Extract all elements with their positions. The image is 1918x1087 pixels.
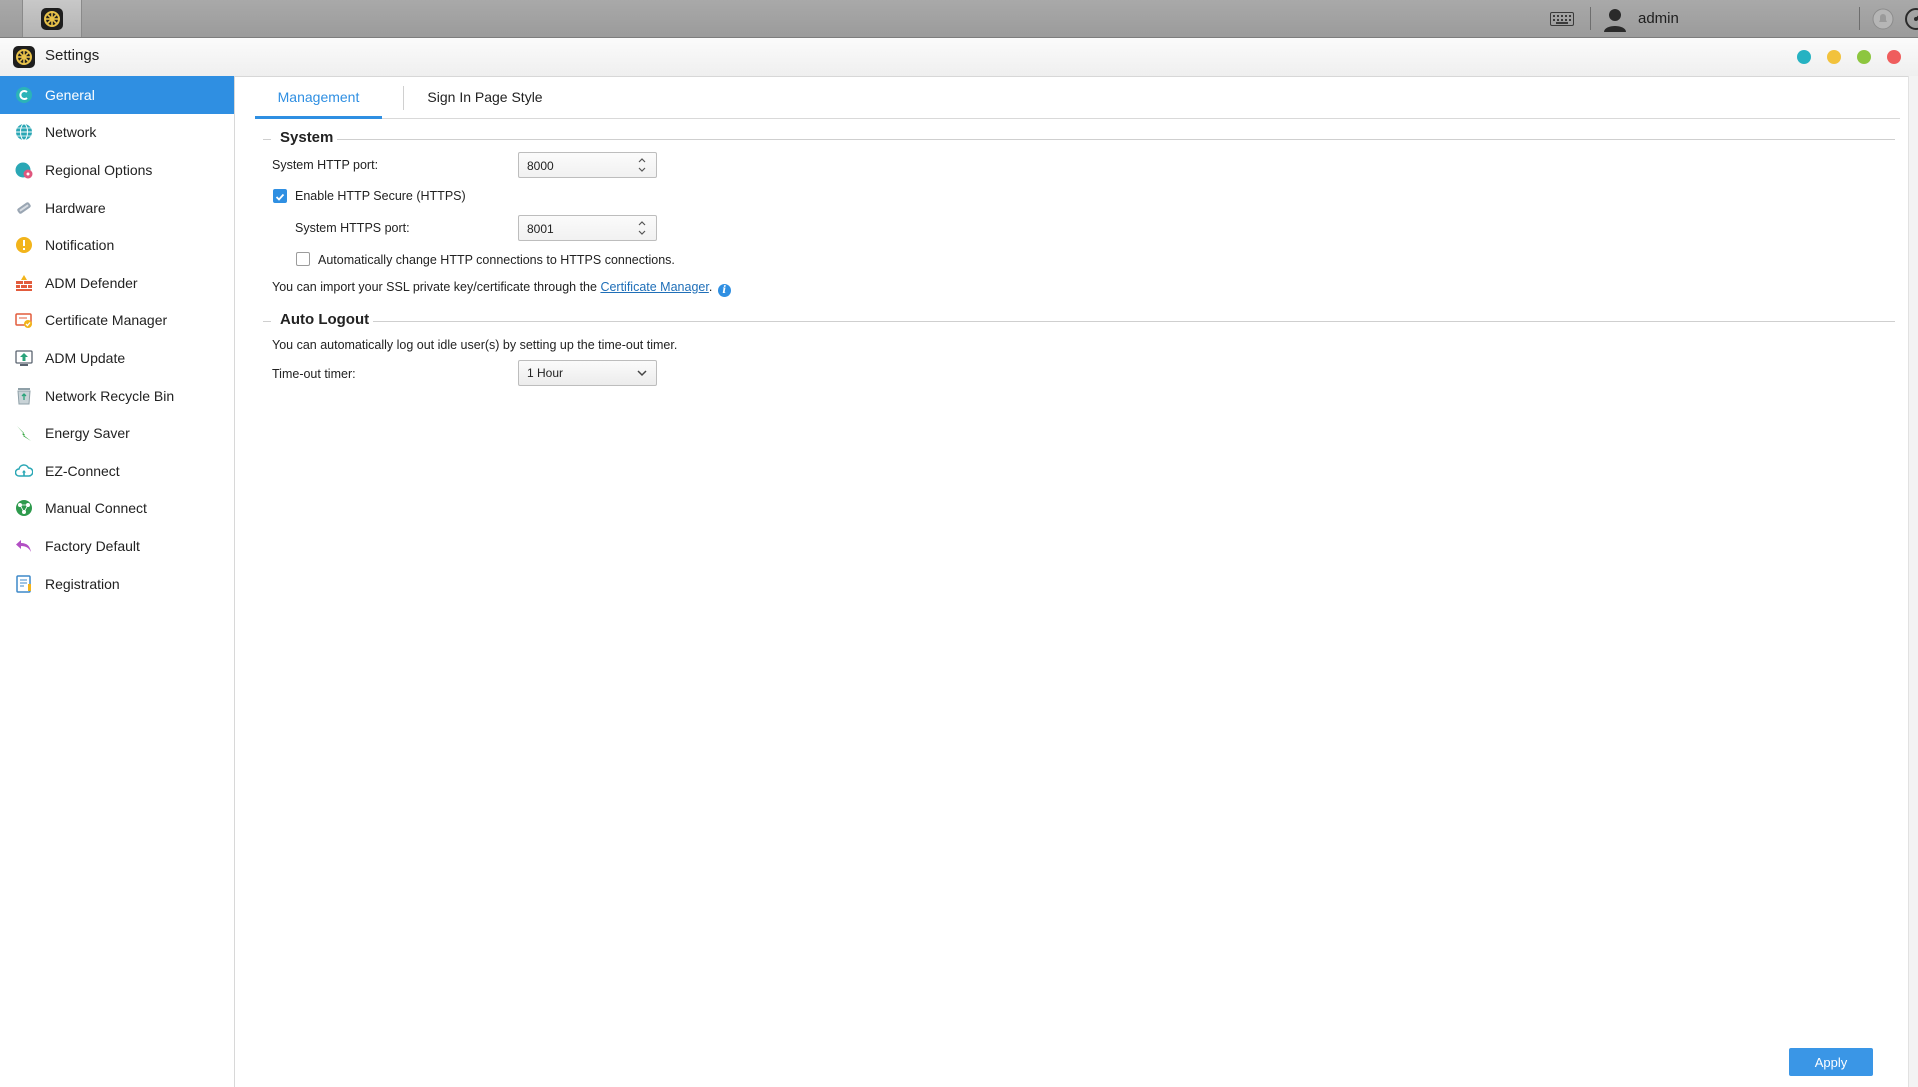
apply-button[interactable]: Apply <box>1789 1048 1873 1076</box>
sidebar-item-network[interactable]: Network <box>0 114 234 152</box>
registration-icon <box>14 574 34 594</box>
certificate-icon <box>14 310 34 330</box>
firewall-icon <box>14 273 34 293</box>
timeout-timer-label: Time-out timer: <box>272 367 356 381</box>
sidebar-item-label: Factory Default <box>45 537 140 554</box>
globe-icon <box>14 122 34 142</box>
sidebar-item-label: Hardware <box>45 199 106 216</box>
section-auto-logout: Auto Logout <box>263 311 1895 331</box>
https-enable-label[interactable]: Enable HTTP Secure (HTTPS) <box>295 189 466 203</box>
window-dot-green[interactable] <box>1857 50 1871 64</box>
sidebar-item-label: ADM Defender <box>45 274 138 291</box>
sidebar-item-adm-defender[interactable]: ADM Defender <box>0 264 234 302</box>
info-icon[interactable]: i <box>717 284 731 297</box>
sidebar-item-notification[interactable]: Notification <box>0 226 234 264</box>
auto-https-redirect-label[interactable]: Automatically change HTTP connections to… <box>318 253 675 267</box>
chevron-down-icon <box>637 370 647 377</box>
sidebar-item-label: EZ-Connect <box>45 462 120 479</box>
window-dot-yellow[interactable] <box>1827 50 1841 64</box>
https-port-stepper[interactable] <box>518 215 657 242</box>
sidebar-item-certificate-manager[interactable]: Certificate Manager <box>0 302 234 340</box>
user-name: admin <box>1638 10 1679 27</box>
stepper-arrows-icon[interactable] <box>636 155 648 175</box>
sidebar-item-label: Regional Options <box>45 161 153 178</box>
recycle-bin-icon <box>14 386 34 406</box>
sidebar-item-label: Network Recycle Bin <box>45 387 175 404</box>
taskbar-settings-app[interactable] <box>22 0 82 37</box>
sidebar-item-label: Manual Connect <box>45 500 147 517</box>
tab-separator <box>403 86 404 110</box>
energy-icon <box>14 423 34 443</box>
taskbar-separator <box>1590 7 1591 30</box>
https-port-input[interactable] <box>519 216 639 242</box>
window-titlebar[interactable]: Settings <box>0 38 1918 77</box>
tab-sign-in-page-style[interactable]: Sign In Page Style <box>405 76 565 118</box>
tab-bar: Management Sign In Page Style <box>255 76 1900 119</box>
sidebar-item-energy-saver[interactable]: Energy Saver <box>0 414 234 452</box>
taskbar-separator <box>1859 7 1860 30</box>
settings-app-icon <box>41 7 63 30</box>
window-dot-red[interactable] <box>1887 50 1901 64</box>
alert-icon <box>14 235 34 255</box>
sidebar-item-network-recycle-bin[interactable]: Network Recycle Bin <box>0 377 234 415</box>
section-system: System <box>263 129 1895 149</box>
regional-icon <box>14 160 34 180</box>
sidebar-item-label: Notification <box>45 237 115 254</box>
sidebar-item-label: Registration <box>45 575 120 592</box>
sidebar-item-label: General <box>45 86 95 103</box>
timeout-timer-value: 1 Hour <box>527 366 564 380</box>
sidebar-item-regional-options[interactable]: Regional Options <box>0 151 234 189</box>
user-avatar-icon[interactable] <box>1602 0 1628 37</box>
sidebar-item-factory-default[interactable]: Factory Default <box>0 527 234 565</box>
window-scrollbar[interactable] <box>1908 76 1918 1087</box>
section-title-system: System <box>280 129 342 146</box>
cloud-icon <box>14 461 34 481</box>
stepper-arrows-icon[interactable] <box>636 218 648 238</box>
settings-window-icon <box>13 46 35 68</box>
sidebar: General Network Regional Options Hardwar… <box>0 76 235 1087</box>
sidebar-item-hardware[interactable]: Hardware <box>0 189 234 227</box>
undo-icon <box>14 536 34 556</box>
tab-management[interactable]: Management <box>255 76 382 119</box>
keyboard-icon[interactable] <box>1550 0 1574 37</box>
connect-icon <box>14 498 34 518</box>
sidebar-item-manual-connect[interactable]: Manual Connect <box>0 490 234 528</box>
taskbar: admin <box>0 0 1918 38</box>
ssl-import-note: You can import your SSL private key/cert… <box>272 280 731 297</box>
http-port-input[interactable] <box>519 153 639 179</box>
https-port-label: System HTTPS port: <box>295 221 410 235</box>
sidebar-item-ez-connect[interactable]: EZ-Connect <box>0 452 234 490</box>
auto-logout-description: You can automatically log out idle user(… <box>272 338 678 352</box>
sidebar-item-label: Certificate Manager <box>45 312 168 329</box>
timeout-timer-select[interactable]: 1 Hour <box>518 360 657 386</box>
main-content: Management Sign In Page Style System Sys… <box>235 76 1905 1087</box>
notification-icon[interactable] <box>1872 0 1894 37</box>
sidebar-item-adm-update[interactable]: ADM Update <box>0 339 234 377</box>
sidebar-item-label: ADM Update <box>45 349 126 366</box>
window-dot-teal[interactable] <box>1797 50 1811 64</box>
certificate-manager-link[interactable]: Certificate Manager <box>600 280 708 294</box>
http-port-label: System HTTP port: <box>272 158 379 172</box>
user-menu[interactable]: admin <box>1638 0 1679 37</box>
hardware-icon <box>14 198 34 218</box>
performance-gauge-icon[interactable] <box>1904 0 1918 37</box>
window-title: Settings <box>45 47 100 64</box>
general-icon <box>14 85 34 105</box>
ssl-import-period: . <box>708 280 713 294</box>
sidebar-item-label: Energy Saver <box>45 425 130 442</box>
https-enable-checkbox[interactable] <box>273 189 287 203</box>
http-port-stepper[interactable] <box>518 152 657 179</box>
sidebar-item-general[interactable]: General <box>0 76 234 114</box>
sidebar-item-label: Network <box>45 124 97 141</box>
auto-https-redirect-checkbox[interactable] <box>296 252 310 266</box>
ssl-import-text: You can import your SSL private key/cert… <box>272 280 597 294</box>
update-icon <box>14 348 34 368</box>
section-title-auto-logout: Auto Logout <box>280 311 378 328</box>
checkmark-icon <box>275 193 285 201</box>
sidebar-item-registration[interactable]: Registration <box>0 565 234 603</box>
